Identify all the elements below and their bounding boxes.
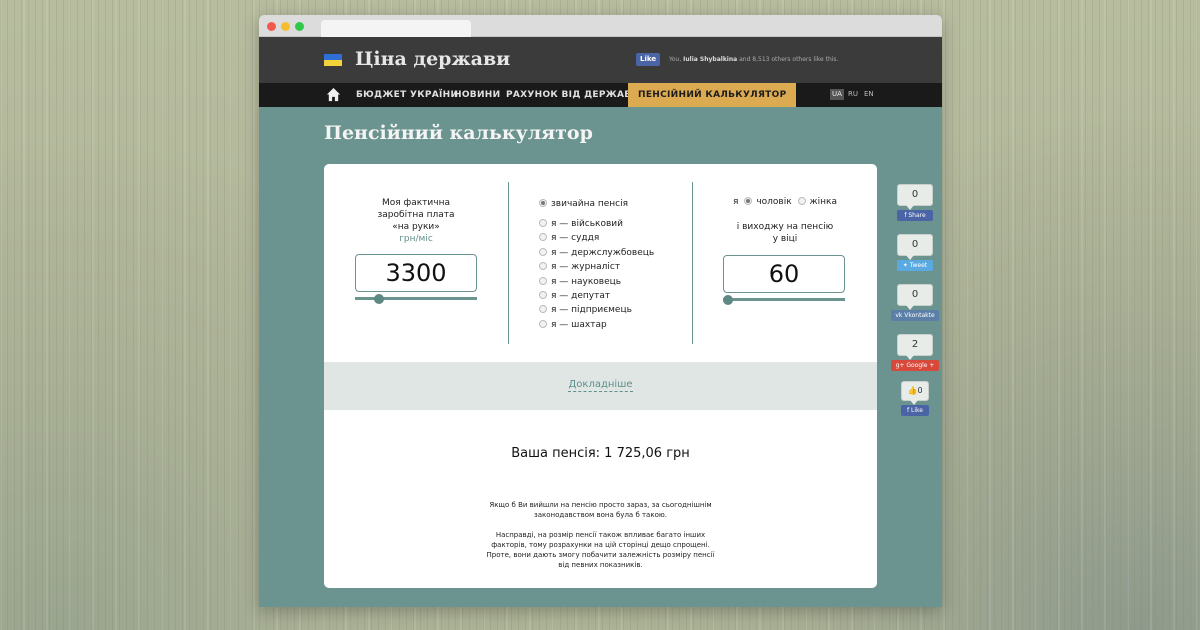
facebook-like-text: You, Iulia Shybalkina and 8,513 others o… [669,56,839,63]
lang-ru[interactable]: RU [846,89,860,100]
male-label[interactable]: чоловік [756,197,791,207]
category-option[interactable]: я — держслужбовець [539,247,654,259]
lang-en[interactable]: EN [862,89,876,100]
like-count: 👍0 [901,381,929,405]
category-option[interactable]: я — журналіст [539,261,620,273]
male-radio[interactable] [744,197,753,205]
category-option[interactable]: я — військовий [539,218,623,230]
category-label: я — науковець [551,276,622,287]
category-label: я — суддя [551,233,600,244]
category-radio[interactable] [539,276,547,285]
share-count: 0 [897,284,933,310]
facebook-share-button[interactable]: f Share [897,210,933,221]
vkontakte-share-button[interactable]: vk Vkontakte [891,310,939,321]
twitter-share-widget: 0 ✦ Tweet [897,234,933,271]
lang-ua[interactable]: UA [830,89,844,100]
details-band: Докладніше [324,362,877,410]
facebook-like-widget: 👍0 f Like [901,381,929,416]
category-option[interactable]: я — шахтар [539,319,607,331]
category-option[interactable]: звичайна пенсія [539,198,628,210]
income-label: Моя фактична заробітна плата «на руки» г… [324,197,508,245]
category-radio[interactable] [539,199,547,207]
share-count: 0 [897,184,933,210]
share-count: 0 [897,234,933,260]
home-icon[interactable] [326,87,341,102]
thumbs-up-icon: 👍 [907,386,918,395]
category-label: звичайна пенсія [551,199,629,209]
income-slider-handle[interactable] [374,294,385,304]
retirement-age-slider-handle[interactable] [723,295,733,305]
category-column: звичайна пенсія я — військовий я — суддя я … [509,164,692,362]
close-window-button[interactable] [267,22,276,31]
note-paragraph-1: Якщо б Ви вийшли на пенсію просто зараз,… [489,501,712,519]
category-label: я — шахтар [551,319,607,330]
sex-prefix: я [733,197,739,207]
details-link[interactable]: Докладніше [324,379,877,392]
category-label: я — журналіст [551,262,621,273]
minimize-window-button[interactable] [281,22,290,31]
nav-item-pension-calculator[interactable]: ПЕНСІЙНИЙ КАЛЬКУЛЯТОР [628,83,797,107]
category-label: я — військовий [551,219,623,229]
category-radio[interactable] [539,219,547,227]
browser-window: Ціна держави Like You, Iulia Shybalkina … [259,15,942,607]
retirement-age-slider[interactable] [723,298,845,301]
retirement-column: я чоловік жінка і виходжу на пенсію у ві… [693,164,877,362]
category-option[interactable]: я — науковець [539,276,621,288]
pension-result: Ваша пенсія: 1 725,06 грн [511,446,690,461]
facebook-share-widget: 0 f Share [897,184,933,221]
page-title: Пенсійний калькулятор [324,122,593,144]
note-paragraph-2: Насправді, на розмір пенсії також вплива… [486,531,715,569]
twitter-icon: ✦ [902,262,910,269]
income-column: Моя фактична заробітна плата «на руки» г… [324,164,508,362]
ukraine-flag-icon [324,54,342,66]
category-radio[interactable] [539,319,547,328]
category-radio[interactable] [539,233,547,242]
google-share-widget: 2 g+ Google + [891,334,939,371]
calculator-card: Моя фактична заробітна плата «на руки» г… [324,164,877,588]
vkontakte-share-widget: 0 vk Vkontakte [891,284,939,321]
browser-chrome [259,15,942,37]
sex-selector: я чоловік жінка [693,197,877,207]
income-input[interactable]: 3300 [355,254,477,292]
share-count: 2 [897,334,933,360]
google-plus-icon: g+ [895,362,907,369]
twitter-share-button[interactable]: ✦ Tweet [897,260,933,271]
category-radio[interactable] [539,305,547,314]
google-share-button[interactable]: g+ Google + [891,360,939,371]
female-label[interactable]: жінка [810,197,837,207]
income-unit: грн/міс [399,234,433,244]
retirement-age-input[interactable]: 60 [723,255,845,293]
category-option[interactable]: я — суддя [539,232,599,244]
nav-item-news[interactable]: НОВИНИ [454,83,500,107]
category-radio[interactable] [539,247,547,256]
vk-icon: vk [895,312,905,319]
maximize-window-button[interactable] [295,22,304,31]
category-radio[interactable] [539,262,547,271]
category-label: я — підприємець [551,305,632,316]
site-header: Ціна держави Like You, Iulia Shybalkina … [259,37,942,83]
main-nav: БЮДЖЕТ УКРАЇНИ НОВИНИ РАХУНОК ВІД ДЕРЖАВ… [259,83,942,107]
category-option[interactable]: я — підприємець [539,304,632,316]
category-option[interactable]: я — депутат [539,290,610,302]
facebook-like-button[interactable]: Like [636,53,661,66]
nav-item-budget[interactable]: БЮДЖЕТ УКРАЇНИ [356,83,458,107]
browser-tab[interactable] [321,20,471,37]
site-title[interactable]: Ціна держави [355,48,510,70]
category-label: я — депутат [551,291,611,301]
category-radio[interactable] [539,291,547,299]
category-label: я — держслужбовець [551,247,655,258]
retirement-age-label: і виходжу на пенсію у віці [736,222,834,244]
female-radio[interactable] [797,197,806,205]
nav-item-bill[interactable]: РАХУНОК ВІД ДЕРЖАВИ [506,83,639,107]
facebook-like-small-button[interactable]: f Like [901,405,929,416]
